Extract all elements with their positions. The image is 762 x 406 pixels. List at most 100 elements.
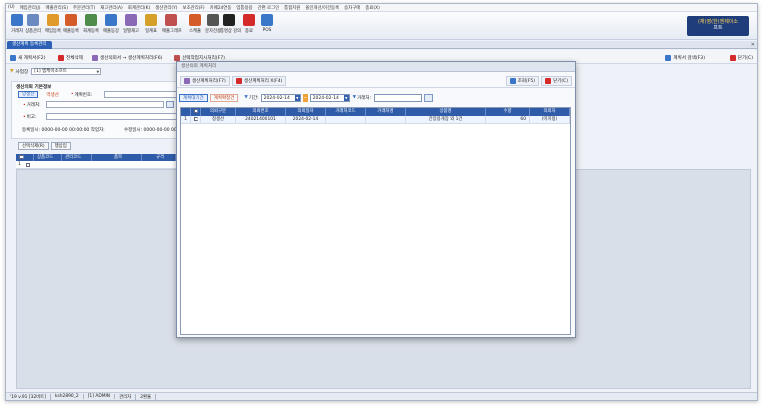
search-label: 조회(F5) [517, 79, 535, 84]
main-toolbar: (재)영(한)엔제이소 프트 거래처 상품관리 매입등록 매출등록 회계등록 매출등장 일별… [6, 12, 757, 40]
toolbar-button[interactable]: 스케쥴 [186, 14, 204, 38]
pending-filter[interactable]: 계획대기건 [179, 93, 208, 102]
date-to-picker[interactable]: 2024-02-14 [309, 93, 350, 102]
table-row[interactable]: 1 정생산 24021400101 2024-02-14 간장용게장 외 1건 … [181, 116, 570, 124]
close-tab-icon[interactable]: ✕ [751, 42, 755, 48]
plan-cancel-button[interactable]: 생산계획처리 X(F4) [232, 76, 287, 86]
memo-label: 비고: [26, 115, 37, 120]
menu-item[interactable]: 종료(X) [365, 5, 380, 11]
convert-plan-button[interactable]: 생산의뢰서 → 생산계획처리(F6) [92, 53, 162, 62]
col-client-name: 거래처명 [366, 108, 406, 116]
menu-item[interactable]: 올인개선/이건등록 [305, 5, 339, 11]
toolbar-label: 매입등록 [45, 29, 61, 34]
plan-process-button[interactable]: 생산계획처리(F7) [180, 76, 230, 86]
client-filter-label: 거래처: [357, 95, 372, 101]
toolbar-button[interactable]: POS [258, 14, 276, 38]
request-info-panel: 생산의뢰 기본정보 양생산 역생산 • 계획번호: •거래처: •비고: 등록일… [11, 81, 191, 139]
cancel-icon [236, 78, 242, 84]
grid-col-code: 상품코드 [34, 154, 62, 161]
confirmed-filter[interactable]: 계획확정건 [209, 93, 239, 102]
radio-reverse[interactable]: 역생산 [46, 92, 58, 98]
date-from-picker[interactable]: 2024-02-14 [260, 93, 301, 102]
business-select[interactable]: [1] 엠케이소프트 [31, 68, 102, 75]
search-button[interactable]: 조회(F5) [505, 76, 539, 86]
toolbar-button[interactable]: 회계등록 [82, 14, 100, 38]
reg-info: 등록일시: 0000-00-00 00:00:00 작업자: [22, 128, 105, 133]
production-type: 양생산 역생산 • 계획번호: [18, 91, 93, 98]
convert-icon [92, 54, 98, 61]
request-grid: 의뢰구분 의뢰번호 의뢰일자 거래처코드 거래처명 상품명 수량 의뢰자 1 정… [180, 107, 571, 335]
row-checkbox[interactable] [193, 116, 198, 121]
plan-no-field[interactable] [104, 91, 184, 98]
new-plan-label: 새 계획서(F2) [18, 55, 46, 61]
business-selector: ▼ 사업장 [1] 엠케이소프트 [10, 67, 102, 76]
col-check[interactable] [191, 108, 201, 116]
menu-item[interactable]: 승차구매 [344, 5, 360, 11]
client-search-icon[interactable] [424, 93, 434, 102]
toolbar-icon [27, 14, 39, 26]
insert-row-button[interactable]: 행삽입 [50, 142, 71, 150]
menu-item[interactable]: (U) [8, 5, 15, 10]
business-label: 사업장 [15, 69, 29, 75]
client-filter-input[interactable] [374, 93, 423, 102]
client-search-button[interactable] [166, 101, 174, 108]
plan-no-label: 계획번호: [74, 92, 93, 98]
toolbar-button[interactable]: 매입등록 [44, 14, 62, 38]
toolbar-button[interactable]: 매출등장 [102, 14, 120, 38]
row-checkbox[interactable] [26, 163, 30, 167]
menu-item[interactable]: 주문관리(T) [73, 5, 95, 11]
grid-col-item: 품목 [92, 154, 142, 161]
close-button[interactable]: 닫기(C) [729, 53, 753, 62]
menu-item[interactable]: 간편 로그인 [258, 5, 280, 11]
menu-item[interactable]: 업통용용 [236, 5, 252, 11]
filter-icon: ▼ [244, 95, 248, 100]
radio-forward[interactable]: 양생산 [18, 91, 39, 98]
menu-item[interactable]: 매출관리(S) [46, 5, 68, 11]
status-item: '19 v.91 [32비트] [6, 393, 51, 400]
menu-item[interactable]: 보조관리(F) [183, 5, 205, 11]
menu-item[interactable]: 생산관리(Y) [155, 5, 177, 11]
toolbar-button[interactable]: 매출그래프 [162, 14, 182, 38]
row-number: 1 [18, 162, 21, 167]
col-date: 의뢰일자 [286, 108, 326, 116]
table-row[interactable]: 1 [16, 161, 176, 169]
delete-selected-button[interactable]: 선택삭제(R) [18, 142, 49, 150]
dialog-close-button[interactable]: 닫기(C) [541, 76, 572, 86]
toolbar-label: 매출그래프 [162, 29, 182, 34]
cell-qty: 60 [486, 116, 530, 123]
new-plan-button[interactable]: 새 계획서(F2) [10, 53, 46, 62]
toolbar-icon [145, 14, 157, 26]
menu-item[interactable]: 회계관리(K) [128, 5, 150, 11]
toolbar-label: 스케쥴 [189, 29, 201, 34]
select-all-checkbox[interactable] [193, 108, 198, 113]
menu-item[interactable]: 매입관리(J) [20, 5, 41, 11]
toolbar-button[interactable]: 상품관리 [24, 14, 42, 38]
memo-field[interactable] [46, 113, 186, 120]
plan-search-button[interactable]: 계획서 검색(F3) [665, 53, 705, 62]
toolbar-icon [261, 14, 273, 26]
menu-item[interactable]: 통합지원 [284, 5, 300, 11]
tab-production-plan[interactable]: 생산계획 등록관리 [7, 41, 52, 49]
plan-search-label: 계획서 검색(F3) [673, 55, 705, 61]
toolbar-button[interactable]: 종료 [240, 14, 258, 38]
toolbar-button[interactable]: 통명상 강의 [220, 14, 242, 38]
toolbar-label: 매출등장 [103, 29, 119, 34]
status-item: [1] ADMIN [84, 394, 116, 399]
menu-item[interactable]: 재고관리(A) [100, 5, 123, 11]
exit-icon [545, 78, 552, 84]
work-order-icon [174, 54, 180, 61]
row-check[interactable] [191, 116, 201, 123]
client-field[interactable] [46, 101, 164, 108]
grid-col-check[interactable] [16, 154, 34, 161]
menu-item[interactable]: 카페24연동 [210, 5, 232, 11]
date-range-icon: ~ [302, 93, 308, 102]
dialog-close-label: 닫기(C) [553, 79, 568, 84]
toolbar-button[interactable]: 매출등록 [62, 14, 80, 38]
toolbar-icon [165, 14, 177, 26]
select-all-checkbox[interactable] [19, 154, 24, 159]
toolbar-button[interactable]: 일별재고 [122, 14, 140, 38]
toolbar-label: 통명상 강의 [220, 29, 242, 34]
toolbar-button[interactable]: 일계표 [142, 14, 160, 38]
delete-all-button[interactable]: 전체삭제 [58, 53, 83, 62]
required-mark: • [70, 92, 74, 97]
